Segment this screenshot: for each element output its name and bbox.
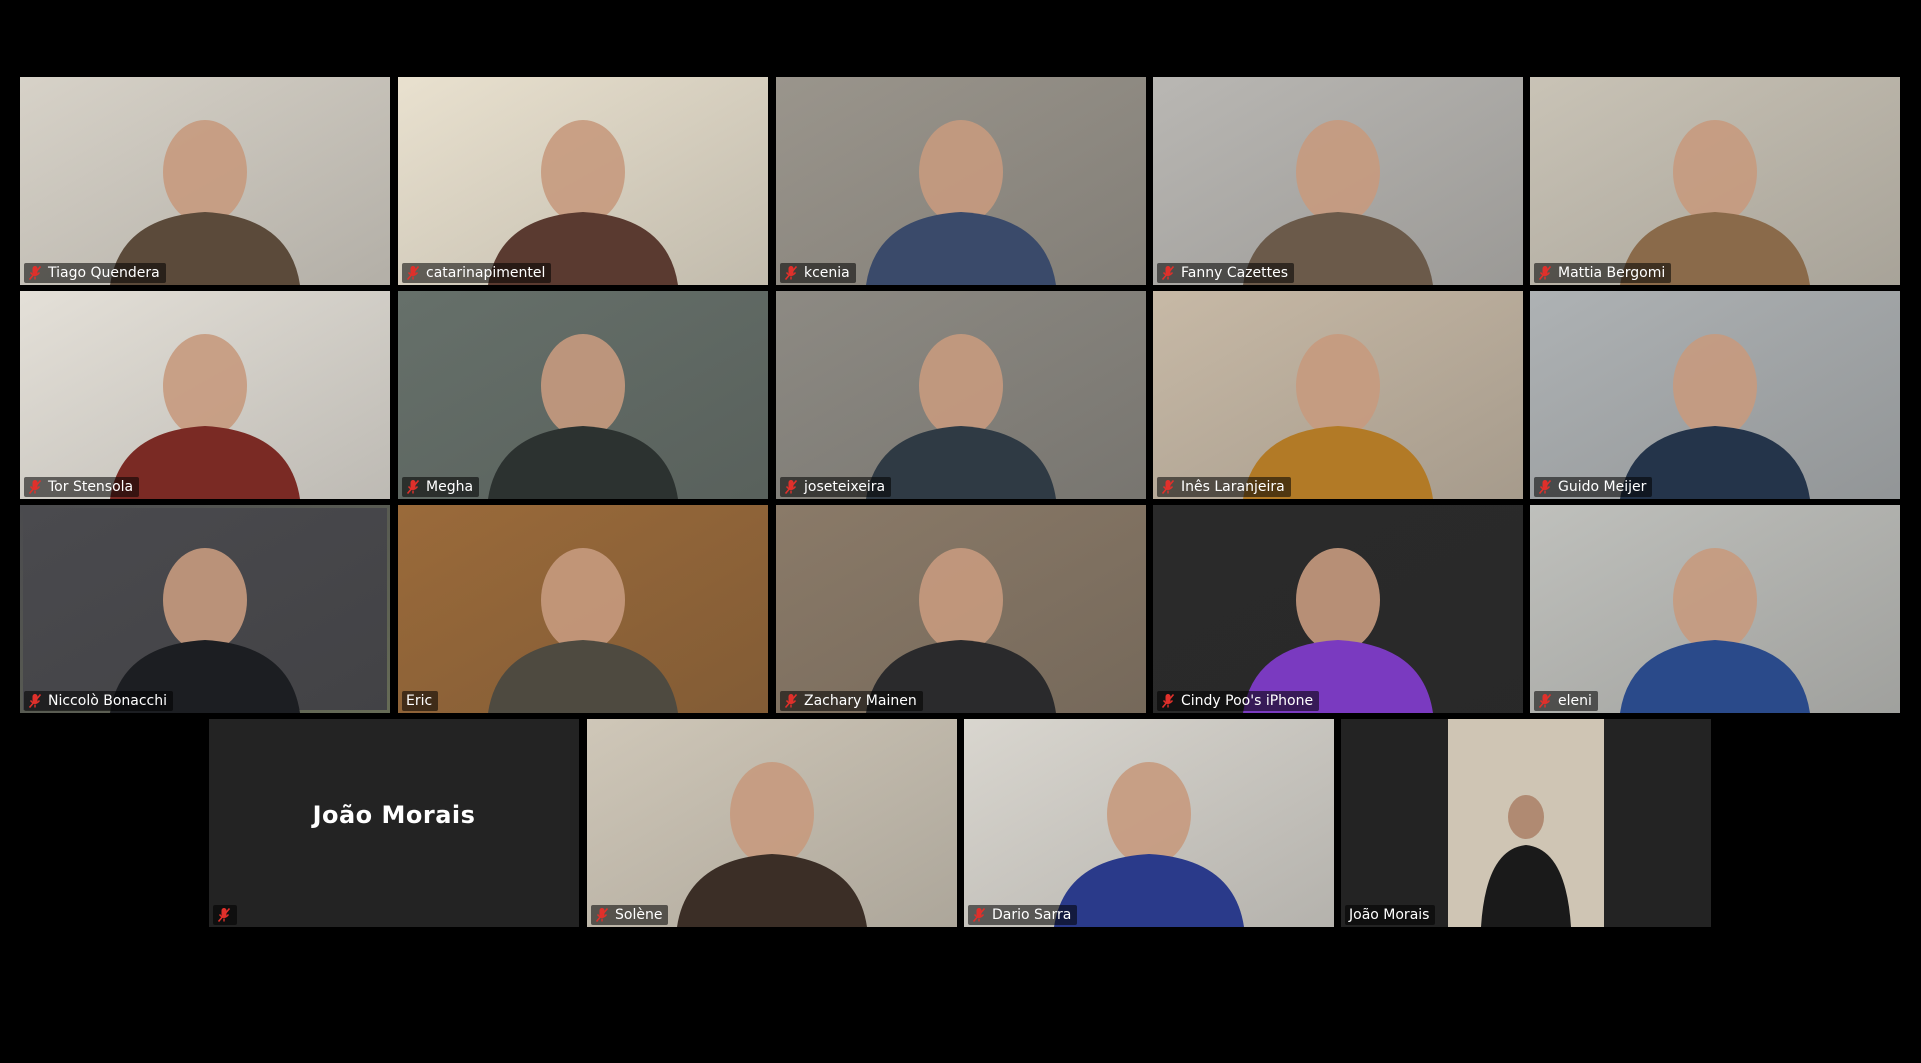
microphone-muted-icon: [784, 693, 798, 709]
video-feed: [20, 77, 390, 285]
participant-name-label: Inês Laranjeira: [1157, 477, 1291, 497]
participant-name-label: João Morais: [1345, 905, 1436, 925]
microphone-muted-icon: [1538, 693, 1552, 709]
participant-name-label: eleni: [1534, 691, 1598, 711]
participant-name-label: Solène: [591, 905, 669, 925]
participant-name-label: Guido Meijer: [1534, 477, 1653, 497]
participant-name-label: Fanny Cazettes: [1157, 263, 1295, 283]
gallery-view: Tiago Quendera catarinapimentel kcenia F…: [0, 0, 1921, 1063]
participant-tile[interactable]: Fanny Cazettes: [1153, 77, 1523, 285]
microphone-muted-icon: [1538, 265, 1552, 281]
video-feed: [587, 719, 957, 927]
microphone-muted-icon: [217, 907, 231, 923]
video-feed: [776, 77, 1146, 285]
participant-tile[interactable]: Cindy Poo's iPhone: [1153, 505, 1523, 713]
participant-tile[interactable]: Megha: [398, 291, 768, 499]
participant-name: Solène: [615, 907, 663, 923]
participant-tile[interactable]: João Morais: [1341, 719, 1711, 927]
participant-name: Inês Laranjeira: [1181, 479, 1285, 495]
microphone-muted-icon: [406, 479, 420, 495]
participant-tile[interactable]: eleni: [1530, 505, 1900, 713]
participant-name: Guido Meijer: [1558, 479, 1647, 495]
participant-name: Cindy Poo's iPhone: [1181, 693, 1314, 709]
participant-tile[interactable]: Guido Meijer: [1530, 291, 1900, 499]
participant-tile[interactable]: Tor Stensola: [20, 291, 390, 499]
participant-name-label: Cindy Poo's iPhone: [1157, 691, 1320, 711]
participant-name-label: Zachary Mainen: [780, 691, 923, 711]
participant-tile[interactable]: catarinapimentel: [398, 77, 768, 285]
video-feed: [20, 291, 390, 499]
participant-name-label: Tor Stensola: [24, 477, 140, 497]
participant-name: Tiago Quendera: [48, 265, 160, 281]
video-feed: [1530, 291, 1900, 499]
microphone-muted-icon: [406, 265, 420, 281]
participant-name: Niccolò Bonacchi: [48, 693, 168, 709]
participant-name: eleni: [1558, 693, 1592, 709]
video-feed: [1341, 719, 1711, 927]
microphone-muted-icon: [1538, 479, 1552, 495]
microphone-muted-icon: [972, 907, 986, 923]
video-feed: [1530, 77, 1900, 285]
participant-name-label: Niccolò Bonacchi: [24, 691, 174, 711]
participant-name: catarinapimentel: [426, 265, 546, 281]
video-feed: [398, 505, 768, 713]
participant-tile[interactable]: joseteixeira: [776, 291, 1146, 499]
participant-name-label: Dario Sarra: [968, 905, 1078, 925]
participant-tile[interactable]: Inês Laranjeira: [1153, 291, 1523, 499]
video-feed: [776, 505, 1146, 713]
video-feed: [20, 505, 390, 713]
participant-tile[interactable]: Zachary Mainen: [776, 505, 1146, 713]
participant-name-label: kcenia: [780, 263, 856, 283]
microphone-muted-icon: [1161, 265, 1175, 281]
microphone-muted-icon: [595, 907, 609, 923]
participant-name: Mattia Bergomi: [1558, 265, 1666, 281]
participant-tile[interactable]: João Morais: [209, 719, 579, 927]
participant-display-name: João Morais: [312, 801, 476, 829]
participant-name-label: joseteixeira: [780, 477, 892, 497]
participant-tile[interactable]: Mattia Bergomi: [1530, 77, 1900, 285]
participant-name: Megha: [426, 479, 474, 495]
microphone-muted-icon: [784, 265, 798, 281]
microphone-muted-icon: [28, 479, 42, 495]
participant-tile[interactable]: kcenia: [776, 77, 1146, 285]
microphone-muted-icon: [784, 479, 798, 495]
video-feed: [398, 291, 768, 499]
participant-tile[interactable]: Solène: [587, 719, 957, 927]
microphone-muted-icon: [28, 265, 42, 281]
video-feed: [398, 77, 768, 285]
participant-name: João Morais: [1349, 907, 1430, 923]
participant-name-label: Megha: [402, 477, 480, 497]
participant-name: joseteixeira: [804, 479, 886, 495]
video-feed: [1530, 505, 1900, 713]
participant-name-label: catarinapimentel: [402, 263, 552, 283]
participant-name: Fanny Cazettes: [1181, 265, 1289, 281]
participant-tile[interactable]: Eric: [398, 505, 768, 713]
participant-name: Eric: [406, 693, 433, 709]
participant-name-label: [213, 905, 237, 925]
video-feed: [776, 291, 1146, 499]
participant-tile[interactable]: Niccolò Bonacchi: [20, 505, 390, 713]
participant-name: Tor Stensola: [48, 479, 134, 495]
participant-name: kcenia: [804, 265, 850, 281]
microphone-muted-icon: [28, 693, 42, 709]
participant-name-label: Mattia Bergomi: [1534, 263, 1672, 283]
video-feed: [1153, 77, 1523, 285]
participant-name-label: Tiago Quendera: [24, 263, 166, 283]
video-feed: [964, 719, 1334, 927]
participant-name-label: Eric: [402, 691, 439, 711]
participant-name: Dario Sarra: [992, 907, 1072, 923]
participant-name: Zachary Mainen: [804, 693, 917, 709]
microphone-muted-icon: [1161, 693, 1175, 709]
participant-tile[interactable]: Dario Sarra: [964, 719, 1334, 927]
video-feed: [1153, 505, 1523, 713]
participant-tile[interactable]: Tiago Quendera: [20, 77, 390, 285]
microphone-muted-icon: [1161, 479, 1175, 495]
video-feed: [1153, 291, 1523, 499]
